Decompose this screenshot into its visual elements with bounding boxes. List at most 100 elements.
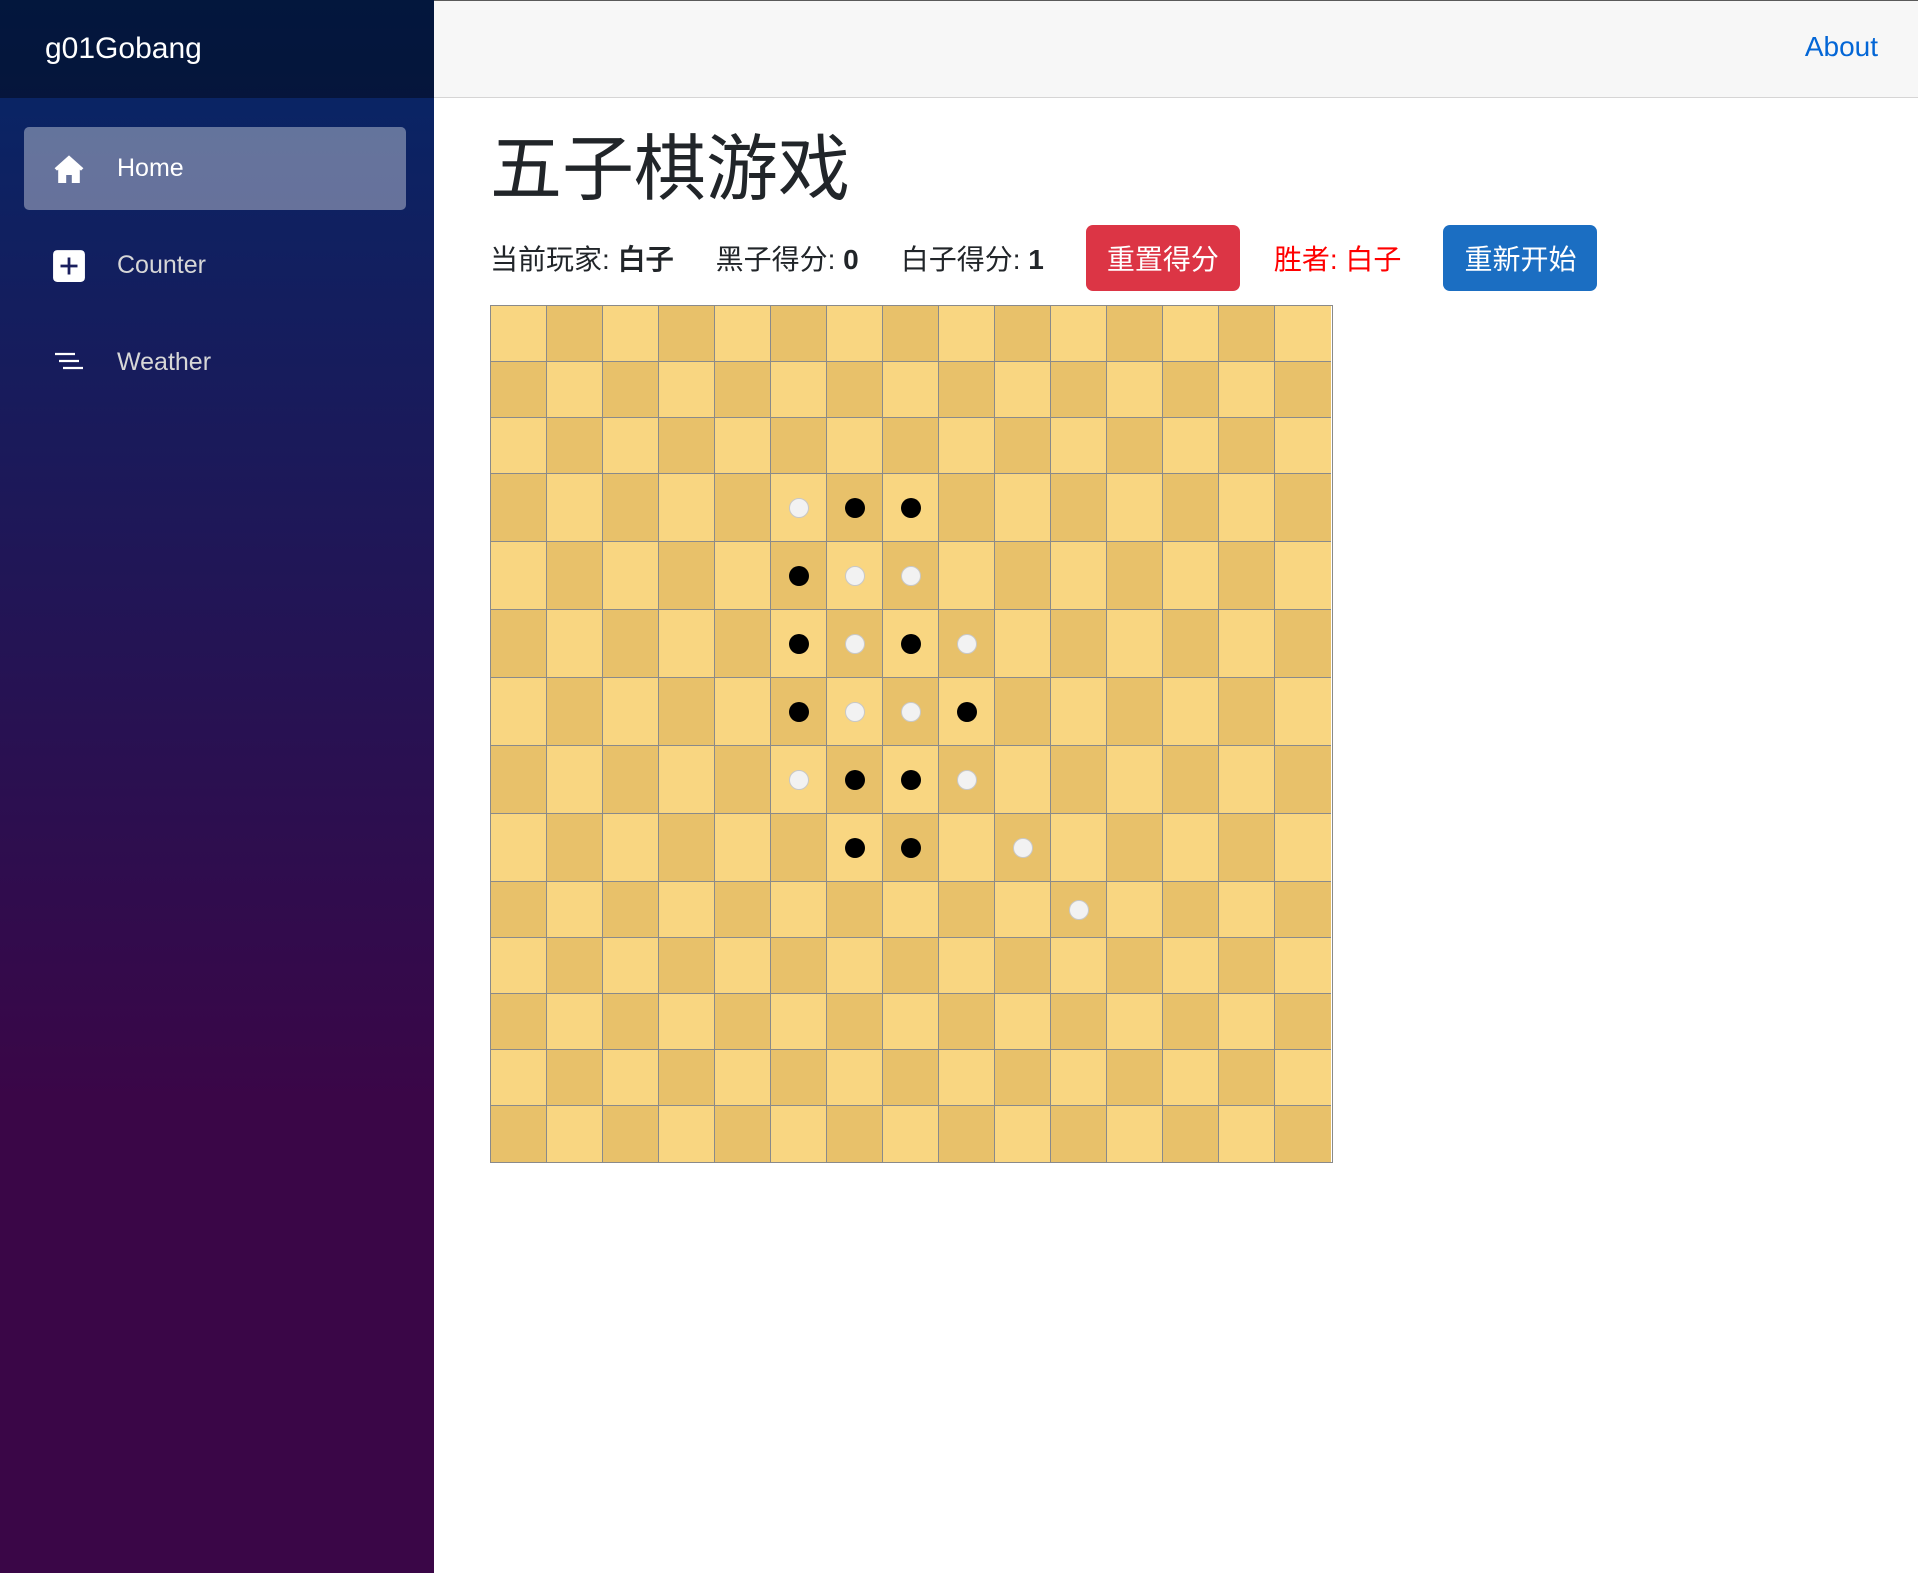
board-cell[interactable] <box>603 362 659 418</box>
board-cell[interactable] <box>659 362 715 418</box>
board-cell[interactable] <box>771 542 827 610</box>
board-cell[interactable] <box>1107 610 1163 678</box>
board-cell[interactable] <box>995 418 1051 474</box>
board-cell[interactable] <box>771 882 827 938</box>
board-cell[interactable] <box>491 994 547 1050</box>
board-cell[interactable] <box>715 362 771 418</box>
board-cell[interactable] <box>491 1050 547 1106</box>
board-cell[interactable] <box>491 610 547 678</box>
board-cell[interactable] <box>1275 418 1331 474</box>
board-cell[interactable] <box>1107 814 1163 882</box>
board-cell[interactable] <box>771 1050 827 1106</box>
board-cell[interactable] <box>827 474 883 542</box>
board-cell[interactable] <box>1051 746 1107 814</box>
board-cell[interactable] <box>883 306 939 362</box>
board-cell[interactable] <box>603 938 659 994</box>
board-cell[interactable] <box>1219 938 1275 994</box>
board-cell[interactable] <box>1219 1106 1275 1162</box>
board-cell[interactable] <box>1051 938 1107 994</box>
board-cell[interactable] <box>827 306 883 362</box>
board-cell[interactable] <box>1051 882 1107 938</box>
board-cell[interactable] <box>603 542 659 610</box>
board-cell[interactable] <box>659 814 715 882</box>
board-cell[interactable] <box>603 994 659 1050</box>
board-cell[interactable] <box>771 938 827 994</box>
board-cell[interactable] <box>1275 362 1331 418</box>
board-cell[interactable] <box>659 1050 715 1106</box>
board-cell[interactable] <box>939 610 995 678</box>
board-cell[interactable] <box>547 814 603 882</box>
board-cell[interactable] <box>827 1106 883 1162</box>
board-cell[interactable] <box>491 678 547 746</box>
board-cell[interactable] <box>1163 1106 1219 1162</box>
board-cell[interactable] <box>491 474 547 542</box>
board-cell[interactable] <box>771 1106 827 1162</box>
board-cell[interactable] <box>995 938 1051 994</box>
board-cell[interactable] <box>603 1106 659 1162</box>
board-cell[interactable] <box>1275 1106 1331 1162</box>
board-cell[interactable] <box>1051 610 1107 678</box>
board-cell[interactable] <box>827 542 883 610</box>
board-cell[interactable] <box>1163 418 1219 474</box>
board-cell[interactable] <box>1219 678 1275 746</box>
board-cell[interactable] <box>1107 994 1163 1050</box>
board-cell[interactable] <box>1275 938 1331 994</box>
board-cell[interactable] <box>883 814 939 882</box>
board-cell[interactable] <box>827 418 883 474</box>
board-cell[interactable] <box>715 418 771 474</box>
board-cell[interactable] <box>1163 814 1219 882</box>
board-cell[interactable] <box>547 1106 603 1162</box>
board-cell[interactable] <box>883 418 939 474</box>
board-cell[interactable] <box>827 746 883 814</box>
board-cell[interactable] <box>547 610 603 678</box>
board-cell[interactable] <box>659 746 715 814</box>
board-cell[interactable] <box>547 1050 603 1106</box>
board-cell[interactable] <box>1275 814 1331 882</box>
board-cell[interactable] <box>659 1106 715 1162</box>
board-cell[interactable] <box>547 306 603 362</box>
board-cell[interactable] <box>827 814 883 882</box>
board-cell[interactable] <box>827 882 883 938</box>
board-cell[interactable] <box>715 746 771 814</box>
board-cell[interactable] <box>603 610 659 678</box>
board-cell[interactable] <box>827 994 883 1050</box>
board-cell[interactable] <box>659 882 715 938</box>
board-cell[interactable] <box>1051 1106 1107 1162</box>
board-cell[interactable] <box>547 418 603 474</box>
board-cell[interactable] <box>491 814 547 882</box>
board-cell[interactable] <box>659 418 715 474</box>
board-cell[interactable] <box>715 1106 771 1162</box>
board-cell[interactable] <box>1107 882 1163 938</box>
board-cell[interactable] <box>603 814 659 882</box>
board-cell[interactable] <box>995 814 1051 882</box>
board-cell[interactable] <box>939 746 995 814</box>
board-cell[interactable] <box>995 306 1051 362</box>
board-cell[interactable] <box>547 678 603 746</box>
board-cell[interactable] <box>547 938 603 994</box>
board-cell[interactable] <box>1275 1050 1331 1106</box>
board-cell[interactable] <box>1219 994 1275 1050</box>
board-cell[interactable] <box>659 610 715 678</box>
board-cell[interactable] <box>547 542 603 610</box>
board-cell[interactable] <box>1107 542 1163 610</box>
board-cell[interactable] <box>883 882 939 938</box>
board-cell[interactable] <box>547 474 603 542</box>
board-cell[interactable] <box>603 678 659 746</box>
board-cell[interactable] <box>939 418 995 474</box>
board-cell[interactable] <box>1107 418 1163 474</box>
board-cell[interactable] <box>883 542 939 610</box>
restart-button[interactable]: 重新开始 <box>1443 225 1598 291</box>
board-cell[interactable] <box>883 994 939 1050</box>
board-cell[interactable] <box>603 418 659 474</box>
board-cell[interactable] <box>1219 1050 1275 1106</box>
nav-item-counter[interactable]: Counter <box>24 224 406 307</box>
board-cell[interactable] <box>1275 306 1331 362</box>
board-cell[interactable] <box>1163 882 1219 938</box>
board-cell[interactable] <box>491 882 547 938</box>
board-cell[interactable] <box>491 1106 547 1162</box>
board-cell[interactable] <box>995 474 1051 542</box>
board-cell[interactable] <box>827 362 883 418</box>
board-cell[interactable] <box>659 678 715 746</box>
board-cell[interactable] <box>1219 610 1275 678</box>
board-cell[interactable] <box>715 1050 771 1106</box>
